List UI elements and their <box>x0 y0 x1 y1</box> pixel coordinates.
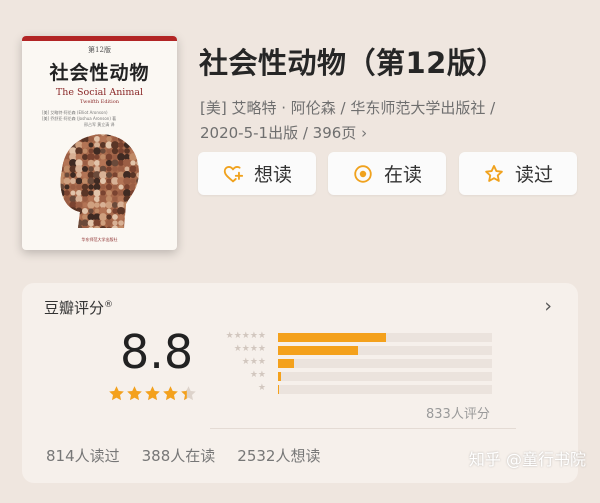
cover-translators: 邢占军 黄立清 译 <box>84 122 115 127</box>
book-meta[interactable]: [美] 艾略特 · 阿伦森 / 华东师范大学出版社 / 2020-5-1出版 /… <box>200 96 560 146</box>
book-meta-line-2-wrap: 2020-5-1出版 / 396页 › <box>200 121 560 146</box>
heart-plus-icon <box>223 165 244 182</box>
distribution-bar-fill <box>278 346 359 355</box>
rating-stars <box>108 385 197 402</box>
distribution-bar-track <box>278 385 492 394</box>
target-circle-icon <box>354 164 372 183</box>
reading-label: 在读 <box>383 164 422 186</box>
small-star-icon: ★ <box>241 344 250 354</box>
small-star-icon: ★ <box>233 331 242 341</box>
stat-want[interactable]: 2532人想读 <box>237 445 320 466</box>
distribution-star-label: ★ ★ ★ ★ ★ <box>226 332 266 341</box>
small-star-icon: ★ <box>249 344 258 354</box>
distribution-bar-fill <box>278 333 387 342</box>
rating-card-title: 豆瓣评分® <box>44 297 113 318</box>
small-star-icon: ★ <box>257 357 266 367</box>
book-title: 社会性动物（第12版） <box>199 46 506 80</box>
distribution-star-label: ★ ★ ★ ★ <box>234 345 266 354</box>
distribution-row-2-star: ★ ★ <box>212 370 512 383</box>
rating-star-icon <box>181 386 196 401</box>
small-star-icon: ★ <box>241 331 250 341</box>
distribution-bar-track <box>278 333 492 342</box>
rating-star-icon <box>109 386 124 401</box>
cover-title: 社会性动物 <box>49 62 150 84</box>
distribution-bar-track <box>278 372 492 381</box>
cover-english-edition: Twelfth Edition <box>80 99 119 105</box>
cover-top-bar <box>22 36 177 41</box>
small-star-icon: ★ <box>249 357 258 367</box>
small-star-icon: ★ <box>249 370 258 380</box>
book-meta-line-1: [美] 艾略特 · 阿伦森 / 华东师范大学出版社 / <box>200 99 496 117</box>
watermark: 知乎 @童行书院 <box>468 450 586 469</box>
want-to-read-label: 想读 <box>253 164 292 186</box>
distribution-star-label: ★ ★ ★ <box>242 358 266 367</box>
rating-star-icon <box>127 386 142 401</box>
cover-publisher: 华东师范大学出版社 <box>81 237 118 242</box>
small-star-icon: ★ <box>225 331 234 341</box>
small-star-icon: ★ <box>257 331 266 341</box>
rating-star-icon <box>163 386 178 401</box>
distribution-bar-track <box>278 346 492 355</box>
distribution-star-label: ★ ★ <box>250 371 266 380</box>
distribution-bar-fill <box>278 385 280 394</box>
chevron-right-icon[interactable]: › <box>544 295 552 317</box>
cover-edition: 第12版 <box>88 46 111 54</box>
rating-star-icon <box>145 386 160 401</box>
distribution-row-3-star: ★ ★ ★ <box>212 357 512 370</box>
book-meta-line-2: 2020-5-1出版 / 396页 <box>200 124 357 142</box>
reading-button[interactable]: 在读 <box>328 152 446 195</box>
small-star-icon: ★ <box>257 344 266 354</box>
rating-card-title-text: 豆瓣评分 <box>44 299 105 317</box>
chevron-right-icon[interactable]: › <box>361 124 367 142</box>
small-star-icon: ★ <box>257 383 266 393</box>
registered-mark: ® <box>104 300 114 310</box>
distribution-star-label: ★ <box>258 384 266 393</box>
distribution-bar-track <box>278 359 492 368</box>
stat-reading[interactable]: 388人在读 <box>142 445 216 466</box>
book-cover[interactable]: 第12版 社会性动物 The Social Animal Twelfth Edi… <box>22 36 177 250</box>
divider <box>210 428 516 429</box>
rating-count[interactable]: 833人评分 <box>426 403 490 422</box>
distribution-row-1-star: ★ <box>212 383 512 396</box>
small-star-icon: ★ <box>233 344 242 354</box>
distribution-bar-fill <box>278 359 295 368</box>
distribution-row-4-star: ★ ★ ★ ★ <box>212 344 512 357</box>
reader-stats: 814人读过 388人在读 2532人想读 <box>46 445 320 466</box>
cover-head-mosaic-illustration <box>60 134 139 228</box>
rating-score: 8.8 <box>120 325 194 379</box>
small-star-icon: ★ <box>257 370 266 380</box>
want-to-read-button[interactable]: 想读 <box>198 152 316 195</box>
rating-distribution: ★ ★ ★ ★ ★ ★ ★ ★ ★ ★ ★ ★ ★ ★ ★ <box>212 331 512 396</box>
have-read-button[interactable]: 读过 <box>459 152 577 195</box>
have-read-label: 读过 <box>514 164 553 186</box>
cover-english-title: The Social Animal <box>55 87 144 98</box>
small-star-icon: ★ <box>241 357 250 367</box>
small-star-icon: ★ <box>249 331 258 341</box>
distribution-row-5-star: ★ ★ ★ ★ ★ <box>212 331 512 344</box>
distribution-bar-fill <box>278 372 282 381</box>
stat-read[interactable]: 814人读过 <box>46 445 120 466</box>
star-outline-icon <box>485 164 503 182</box>
